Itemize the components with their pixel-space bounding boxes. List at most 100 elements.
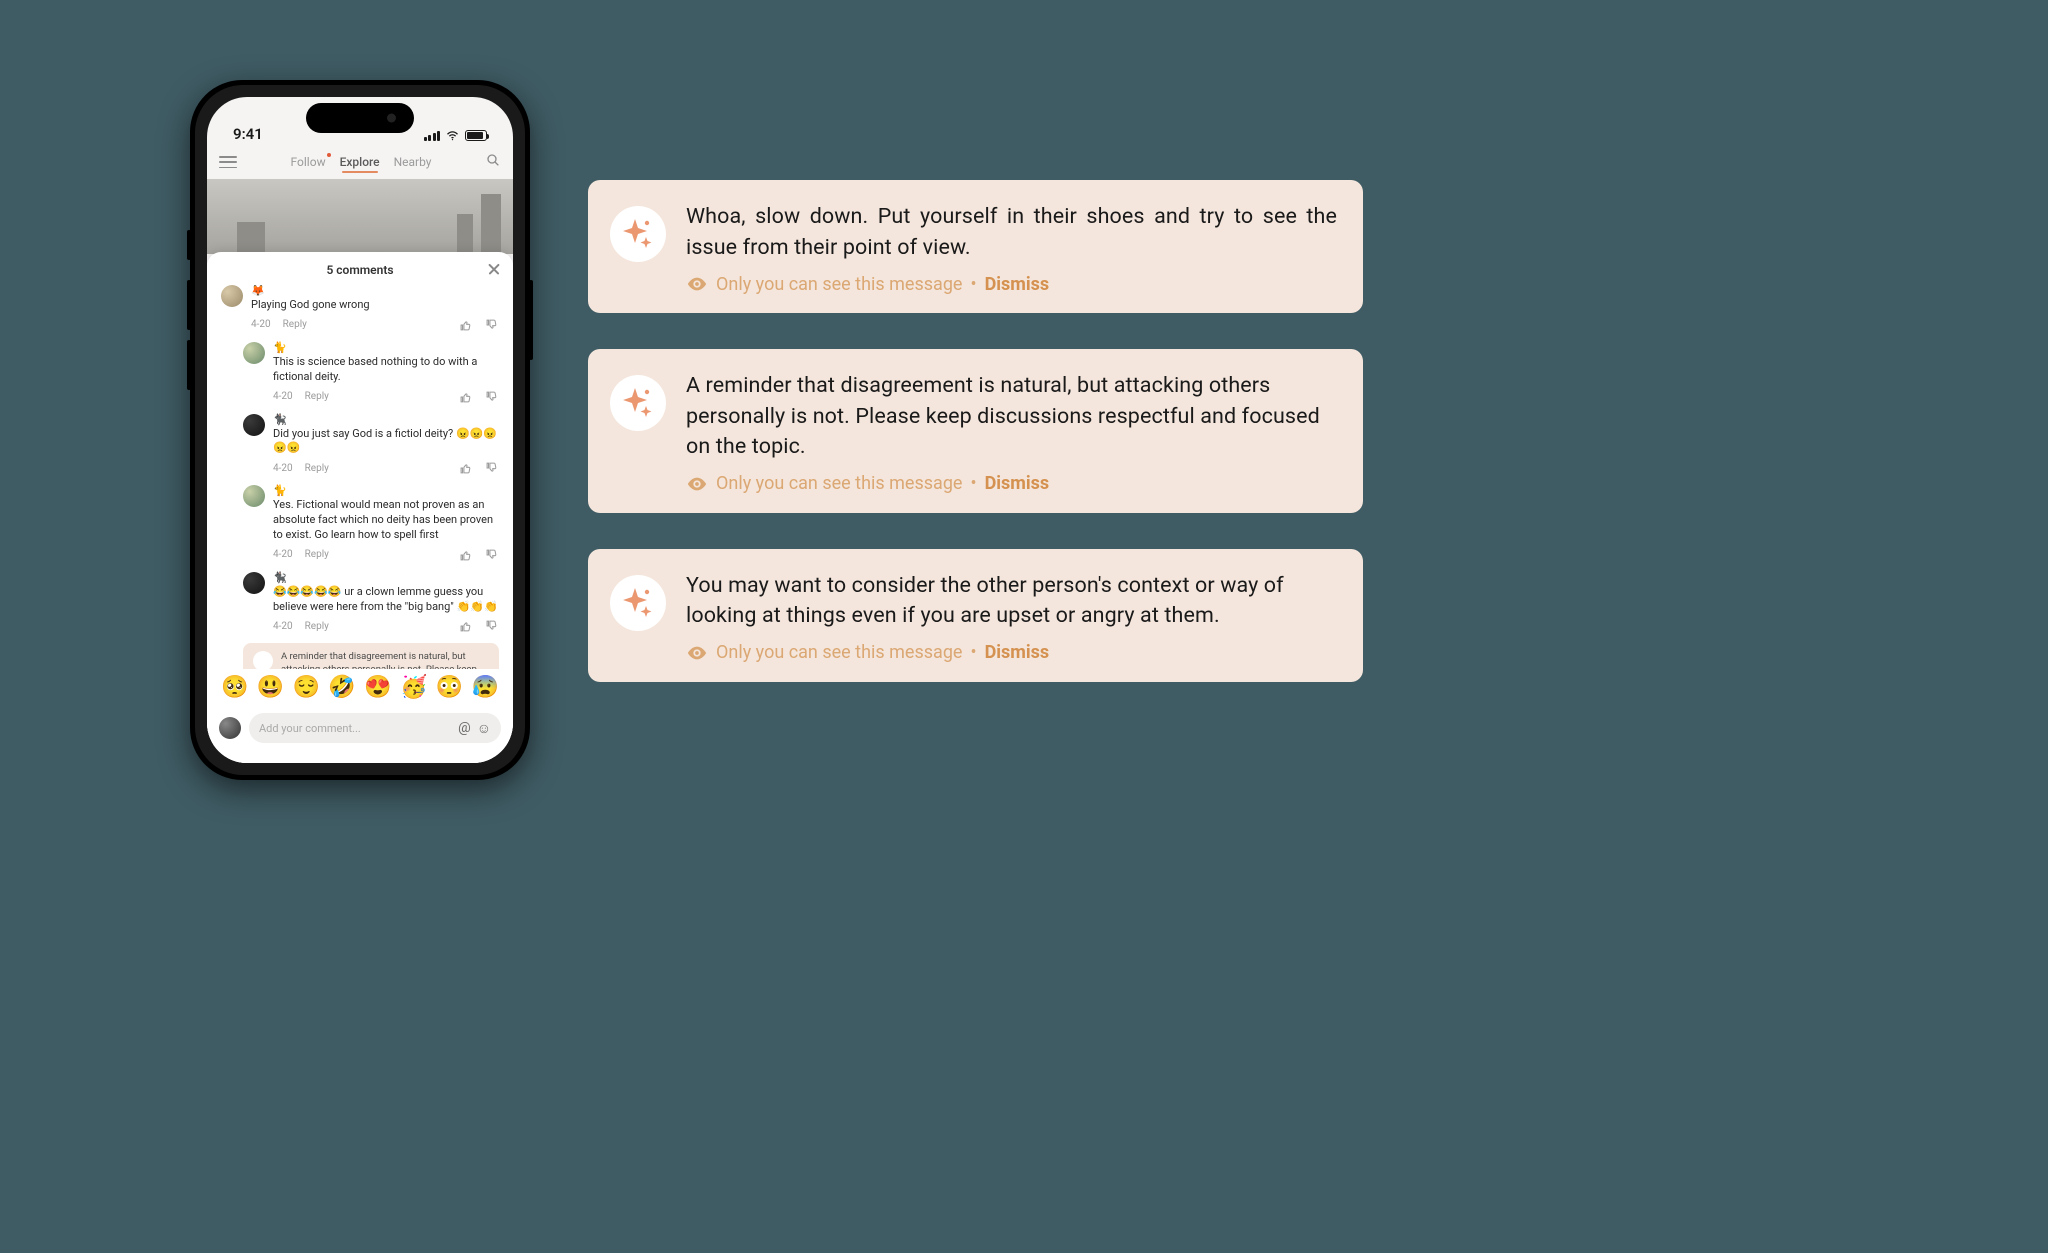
- comment-author-badge: 🐈‍⬛: [273, 414, 499, 425]
- comment-date: 4-20: [273, 463, 293, 474]
- emoji-option[interactable]: 😃: [257, 677, 284, 699]
- thumbs-down-icon[interactable]: [485, 619, 499, 633]
- mention-icon[interactable]: @: [458, 720, 471, 736]
- reply-button[interactable]: Reply: [305, 391, 329, 402]
- post-hero-image[interactable]: [207, 179, 513, 254]
- emoji-option[interactable]: 😰: [472, 677, 499, 699]
- comment-row: 🐈 Yes. Fictional would mean not proven as…: [221, 485, 499, 562]
- comment-date: 4-20: [273, 391, 293, 402]
- dismiss-button[interactable]: Dismiss: [985, 274, 1050, 295]
- emoji-option[interactable]: 😍: [364, 677, 391, 699]
- sheet-title: 5 comments: [207, 252, 513, 285]
- comment-text: 😂😂😂😂😂 ur a clown lemme guess you believe…: [273, 585, 499, 615]
- thumbs-down-icon[interactable]: [485, 318, 499, 332]
- comment-date: 4-20: [251, 319, 271, 330]
- phone-bezel: 9:41 Follow Explore Nearby: [195, 85, 525, 775]
- comment-row: 🐈‍⬛ Did you just say God is a fictiol dei…: [221, 414, 499, 476]
- emoji-icon[interactable]: ☺: [477, 720, 491, 737]
- comment-author-badge: 🐈: [273, 485, 499, 496]
- phone-screen: 9:41 Follow Explore Nearby: [207, 97, 513, 763]
- phone-volume-up: [187, 280, 191, 330]
- thumbs-up-icon[interactable]: [459, 318, 473, 332]
- search-icon[interactable]: [485, 152, 501, 172]
- intervention-text: A reminder that disagreement is natural,…: [281, 651, 489, 669]
- intervention-cards: Whoa, slow down. Put yourself in their s…: [588, 180, 1363, 682]
- thumbs-up-icon[interactable]: [459, 390, 473, 404]
- intervention-text: You may want to consider the other perso…: [686, 571, 1337, 632]
- avatar[interactable]: [221, 285, 243, 307]
- comment-text: Did you just say God is a fictiol deity?…: [273, 427, 499, 457]
- comment-text: Playing God gone wrong: [251, 298, 499, 313]
- thumbs-down-icon[interactable]: [485, 461, 499, 475]
- close-icon[interactable]: [487, 262, 501, 276]
- intervention-card: Whoa, slow down. Put yourself in their s…: [588, 180, 1363, 313]
- battery-icon: [465, 130, 487, 141]
- eye-icon: [686, 273, 708, 295]
- intervention-card: You may want to consider the other perso…: [588, 549, 1363, 682]
- thumbs-down-icon[interactable]: [485, 548, 499, 562]
- cellular-icon: [424, 131, 441, 141]
- reply-button[interactable]: Reply: [305, 549, 329, 560]
- comment-input[interactable]: Add your comment... @ ☺: [249, 713, 501, 743]
- avatar[interactable]: [243, 342, 265, 364]
- reply-button[interactable]: Reply: [305, 463, 329, 474]
- avatar: [219, 717, 241, 739]
- thumbs-up-icon[interactable]: [459, 461, 473, 475]
- top-tabs: Follow Explore Nearby: [237, 155, 485, 169]
- comments-list: 🦊 Playing God gone wrong 4-20 Reply 🐈 This is…: [207, 285, 513, 669]
- sparkle-icon: [610, 375, 666, 431]
- avatar[interactable]: [243, 414, 265, 436]
- thumbs-down-icon[interactable]: [485, 390, 499, 404]
- comment-text: Yes. Fictional would mean not proven as …: [273, 498, 499, 543]
- comment-placeholder: Add your comment...: [259, 722, 452, 735]
- avatar[interactable]: [243, 572, 265, 594]
- sparkle-icon: [253, 651, 273, 669]
- app-top-bar: Follow Explore Nearby: [207, 145, 513, 179]
- eye-icon: [686, 473, 708, 495]
- avatar[interactable]: [243, 485, 265, 507]
- thumbs-up-icon[interactable]: [459, 548, 473, 562]
- tab-explore[interactable]: Explore: [340, 155, 380, 169]
- sparkle-icon: [610, 206, 666, 262]
- comments-sheet: 5 comments 🦊 Playing God gone wrong 4-20 Re…: [207, 252, 513, 763]
- emoji-option[interactable]: 😌: [293, 677, 320, 699]
- comment-row: 🦊 Playing God gone wrong 4-20 Reply: [221, 285, 499, 332]
- phone-power-button: [529, 280, 533, 360]
- intervention-inline: A reminder that disagreement is natural,…: [243, 643, 499, 669]
- comment-date: 4-20: [273, 549, 293, 560]
- tab-nearby[interactable]: Nearby: [394, 155, 432, 169]
- menu-icon[interactable]: [219, 156, 237, 168]
- emoji-option[interactable]: 😳: [436, 677, 463, 699]
- emoji-option[interactable]: 🥺: [221, 677, 248, 699]
- phone-volume-down: [187, 340, 191, 390]
- tab-follow[interactable]: Follow: [291, 155, 326, 169]
- thumbs-up-icon[interactable]: [459, 619, 473, 633]
- wifi-icon: [445, 128, 460, 143]
- visibility-note: Only you can see this message: [716, 473, 962, 494]
- sparkle-icon: [610, 575, 666, 631]
- comment-row: 🐈 This is science based nothing to do wit…: [221, 342, 499, 404]
- status-time: 9:41: [233, 125, 263, 143]
- emoji-quick-row: 🥺 😃 😌 🤣 😍 🥳 😳 😰: [207, 669, 513, 707]
- visibility-note: Only you can see this message: [716, 642, 962, 663]
- emoji-option[interactable]: 🥳: [400, 677, 427, 699]
- comment-author-badge: 🦊: [251, 285, 499, 296]
- comment-text: This is science based nothing to do with…: [273, 355, 499, 385]
- visibility-note: Only you can see this message: [716, 274, 962, 295]
- phone-mute-switch: [187, 230, 191, 260]
- eye-icon: [686, 642, 708, 664]
- dismiss-button[interactable]: Dismiss: [985, 473, 1050, 494]
- dismiss-button[interactable]: Dismiss: [985, 642, 1050, 663]
- reply-button[interactable]: Reply: [305, 621, 329, 632]
- comment-row: 🐈‍⬛ 😂😂😂😂😂 ur a clown lemme guess you beli…: [221, 572, 499, 634]
- composer: Add your comment... @ ☺: [207, 707, 513, 763]
- emoji-option[interactable]: 🤣: [328, 677, 355, 699]
- reply-button[interactable]: Reply: [283, 319, 307, 330]
- comment-date: 4-20: [273, 621, 293, 632]
- intervention-text: Whoa, slow down. Put yourself in their s…: [686, 202, 1337, 263]
- phone-mockup: 9:41 Follow Explore Nearby: [190, 80, 530, 780]
- dynamic-island: [306, 103, 414, 133]
- comment-author-badge: 🐈‍⬛: [273, 572, 499, 583]
- comment-author-badge: 🐈: [273, 342, 499, 353]
- intervention-card: A reminder that disagreement is natural,…: [588, 349, 1363, 513]
